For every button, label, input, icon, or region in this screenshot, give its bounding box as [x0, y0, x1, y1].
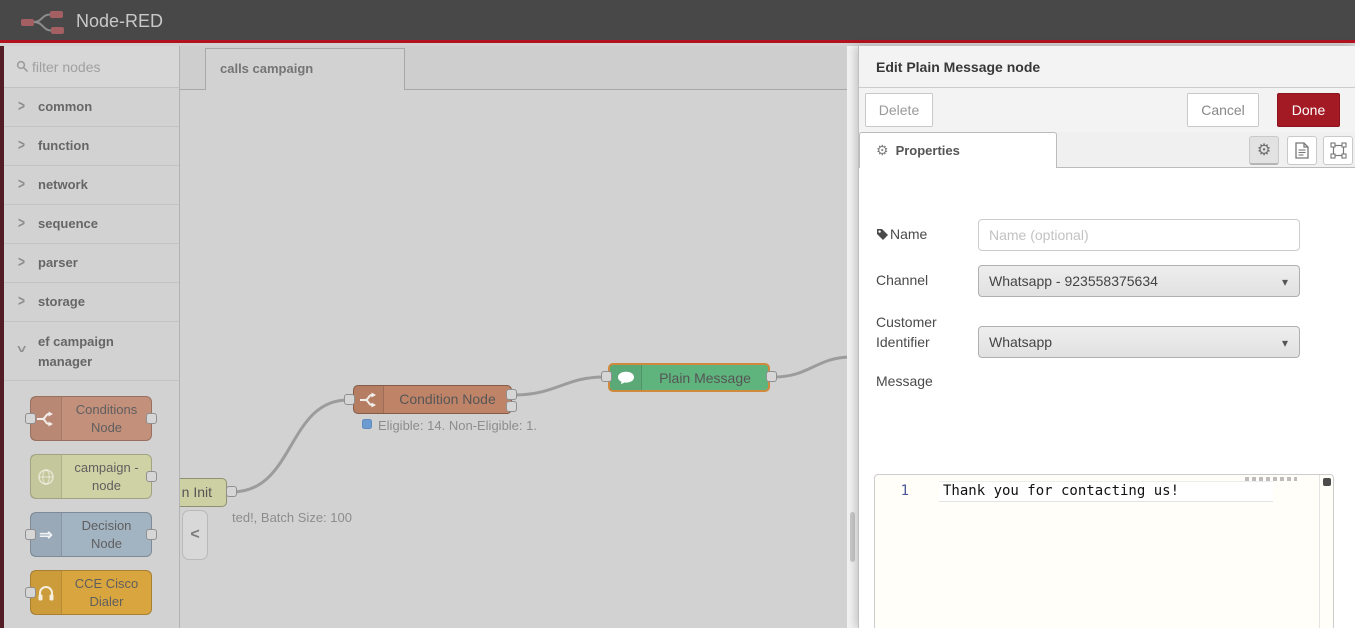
palette-search-placeholder: filter nodes [32, 46, 100, 88]
name-input[interactable] [978, 219, 1300, 251]
tag-icon [876, 228, 889, 241]
palette-category-network[interactable]: > network [4, 166, 179, 205]
output-port[interactable] [226, 486, 237, 497]
customer-identifier-select[interactable]: Whatsapp ▾ [978, 326, 1300, 358]
flow-node-plain-message[interactable]: Plain Message [608, 363, 770, 392]
palette-category-sequence[interactable]: > sequence [4, 205, 179, 244]
chevron-right-icon: > [18, 253, 25, 271]
palette-node-decision[interactable]: ⇒ Decision Node [30, 512, 152, 557]
palette-node-cce-cisco-dialer[interactable]: CCE Cisco Dialer [30, 570, 152, 615]
edit-node-tray: Edit Plain Message node Delete Cancel Do… [858, 46, 1355, 628]
chevron-right-icon: > [18, 214, 25, 232]
description-view-button[interactable] [1287, 136, 1317, 165]
chevron-left-icon: < [190, 526, 199, 543]
input-port[interactable] [344, 394, 355, 405]
node-red-logo-icon [20, 9, 66, 35]
palette-category-ef-campaign-manager[interactable]: > ef campaign manager [4, 322, 179, 381]
tab-properties[interactable]: ⚙Properties [859, 132, 1057, 169]
gear-icon: ⚙ [1257, 140, 1271, 160]
flow-wires [180, 90, 847, 628]
caret-down-icon: ▾ [1282, 266, 1288, 298]
editor-scrollbar-thumb[interactable] [1323, 478, 1331, 486]
workspace-tabbar: calls campaign [180, 46, 847, 90]
tray-tabrow: ⚙Properties ⚙ [859, 132, 1355, 168]
palette-sidebar: filter nodes > common > function > netwo… [4, 46, 180, 628]
channel-label: Channel [876, 272, 928, 288]
flow-node-condition[interactable]: Condition Node [353, 385, 512, 414]
editor-scrollbar [1319, 475, 1333, 628]
palette-category-function[interactable]: > function [4, 127, 179, 166]
document-icon [1295, 142, 1309, 159]
message-code-editor[interactable]: 1 Thank you for contacting us! [874, 474, 1334, 628]
output-port [146, 471, 157, 482]
fork-icon [354, 386, 384, 413]
input-port [25, 413, 36, 424]
tray-toolbar: Delete Cancel Done [859, 88, 1355, 132]
caret-down-icon: ▾ [1282, 327, 1288, 359]
output-port-1[interactable] [506, 389, 517, 400]
editor-minimap [1245, 477, 1297, 481]
output-port [146, 529, 157, 540]
input-port [25, 587, 36, 598]
collapse-panel-button[interactable]: < [182, 510, 208, 560]
name-label: Name [876, 226, 927, 242]
input-port[interactable] [601, 371, 612, 382]
palette-category-common[interactable]: > common [4, 88, 179, 127]
flow-canvas[interactable]: calls campaign n Init ted!, Batch Size: … [180, 46, 847, 628]
chevron-right-icon: > [18, 292, 25, 310]
tab-calls-campaign[interactable]: calls campaign [205, 48, 405, 90]
selection-box-icon [1330, 142, 1347, 159]
palette-node-campaign[interactable]: campaign - node [30, 454, 152, 499]
chat-bubble-icon [610, 365, 642, 390]
chevron-right-icon: > [18, 175, 25, 193]
palette-category-parser[interactable]: > parser [4, 244, 179, 283]
gear-icon: ⚙ [876, 142, 889, 158]
chevron-down-icon: > [12, 345, 30, 352]
palette-node-conditions[interactable]: Conditions Node [30, 396, 152, 441]
cancel-button[interactable]: Cancel [1187, 93, 1259, 127]
tray-title: Edit Plain Message node [859, 46, 1355, 88]
node-status-text: ted!, Batch Size: 100 [232, 510, 352, 525]
app-title: Node-RED [76, 11, 163, 32]
properties-view-button[interactable]: ⚙ [1249, 136, 1279, 165]
output-port-2[interactable] [506, 401, 517, 412]
input-port [25, 529, 36, 540]
node-edit-form: Name Channel Whatsapp - 923558375634 ▾ C… [859, 168, 1355, 628]
message-label: Message [876, 373, 933, 389]
output-port[interactable] [766, 371, 777, 382]
globe-icon [31, 455, 62, 498]
channel-select[interactable]: Whatsapp - 923558375634 ▾ [978, 265, 1300, 297]
delete-button[interactable]: Delete [865, 93, 933, 127]
appearance-view-button[interactable] [1323, 136, 1353, 165]
app-header: Node-RED [0, 0, 1355, 43]
customer-identifier-label: Customer Identifier [876, 312, 956, 352]
tray-titlebar: Edit Plain Message node [859, 46, 1355, 88]
chevron-right-icon: > [18, 97, 25, 115]
search-icon [16, 60, 29, 73]
canvas-scrollbar [847, 46, 858, 628]
flow-node-campaign-init[interactable]: n Init [180, 478, 227, 507]
done-button[interactable]: Done [1277, 93, 1340, 127]
status-dot [362, 419, 372, 429]
chevron-right-icon: > [18, 136, 25, 154]
flow-area[interactable]: n Init ted!, Batch Size: 100 Condition N… [180, 90, 847, 628]
node-red-window: Node-RED filter nodes > common > functio… [0, 0, 1355, 628]
palette-search[interactable]: filter nodes [4, 46, 179, 88]
message-text: Thank you for contacting us! [943, 483, 1179, 499]
palette-category-storage[interactable]: > storage [4, 283, 179, 322]
canvas-scrollbar-thumb[interactable] [850, 512, 855, 562]
node-status-text: Eligible: 14. Non-Eligible: 1. [378, 418, 537, 433]
line-number: 1 [875, 483, 909, 499]
output-port [146, 413, 157, 424]
